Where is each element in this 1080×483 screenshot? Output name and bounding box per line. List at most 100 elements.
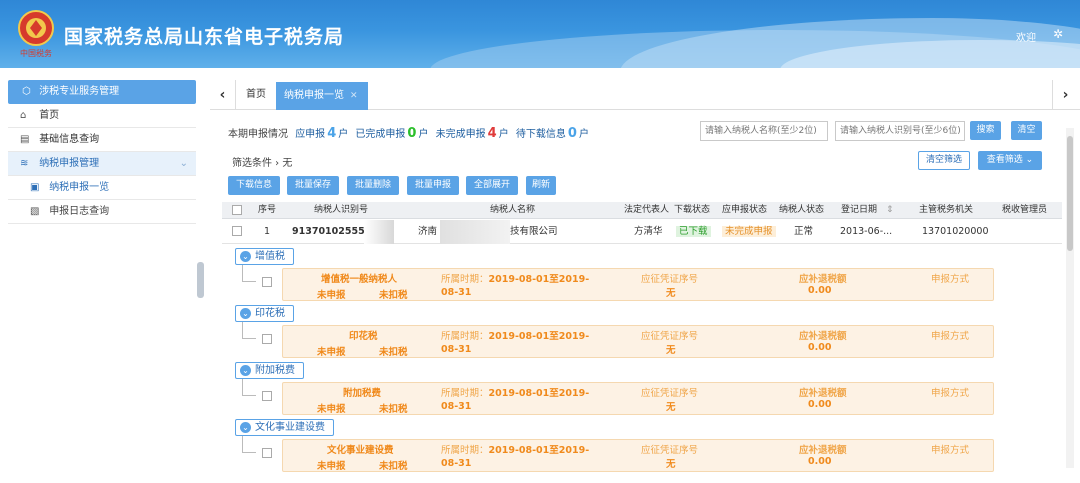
tax-item-card[interactable]: 印花税 未申报 未扣税 所属时期：2019-08-01至2019- 08-31 …	[282, 325, 994, 358]
period-label: 所属时期：	[441, 388, 489, 399]
emblem-text: 中国税务	[20, 48, 52, 58]
download-status-badge: 已下载	[676, 226, 711, 237]
gear-icon[interactable]: ✲	[1053, 27, 1063, 41]
tax-group-toggle-culture-fee[interactable]: ⌄ 文化事业建设费	[235, 419, 334, 436]
sidebar-section-header[interactable]: ⬡ 涉税专业服务管理	[8, 80, 196, 104]
unit-label: 户	[498, 129, 509, 140]
sidebar-section-label: 涉税专业服务管理	[39, 86, 120, 97]
tax-group-label: 文化事业建设费	[255, 422, 325, 433]
tax-item-checkbox[interactable]	[262, 391, 272, 401]
tax-item-name: 印花税	[349, 331, 378, 342]
sidebar-collapse-handle[interactable]	[197, 262, 204, 298]
tax-group-label: 附加税费	[255, 365, 295, 376]
deduct-status: 未扣税	[379, 461, 408, 472]
period-end: 08-31	[441, 287, 472, 298]
tax-item-card[interactable]: 文化事业建设费 未申报 未扣税 所属时期：2019-08-01至2019- 08…	[282, 439, 994, 472]
table-row[interactable]: 1 913701025553 济南 技有限公司 方清华 已下载 未完成申报 正常…	[222, 220, 1062, 244]
tree-connector	[242, 265, 256, 282]
tax-item-card[interactable]: 附加税费 未申报 未扣税 所属时期：2019-08-01至2019- 08-31…	[282, 382, 994, 415]
summary-label: 本期申报情况	[228, 129, 288, 140]
tax-emblem-icon: 中国税务	[18, 10, 54, 58]
scrollbar-thumb[interactable]	[1067, 136, 1073, 251]
welcome-text: 欢迎	[1016, 33, 1036, 44]
tax-item-checkbox[interactable]	[262, 334, 272, 344]
chevron-down-icon: ⌄	[1025, 155, 1034, 165]
pending-count: 0	[567, 126, 577, 141]
amount-label: 应补退税额	[799, 445, 847, 456]
done-label: 已完成申报	[355, 129, 406, 140]
select-all-checkbox[interactable]	[232, 205, 242, 215]
deduct-status: 未扣税	[379, 290, 408, 301]
log-icon: ▧	[30, 206, 40, 217]
clear-filter-button[interactable]: 清空筛选	[918, 151, 970, 170]
tax-group-toggle-stamp[interactable]: ⌄ 印花税	[235, 305, 294, 322]
tab-home[interactable]: 首页	[238, 80, 274, 110]
method-label: 申报方式	[931, 274, 970, 285]
column-header: 纳税人状态	[779, 205, 825, 215]
cert-label: 应征凭证序号	[641, 445, 699, 456]
file-icon: ▣	[30, 182, 40, 193]
period-end: 08-31	[441, 344, 472, 355]
tax-group-toggle-vat[interactable]: ⌄ 增值税	[235, 248, 294, 265]
to-declare-label: 应申报	[295, 129, 326, 140]
taxpayer-status: 正常	[794, 226, 814, 237]
tax-item-name: 附加税费	[343, 388, 382, 399]
period-end: 08-31	[441, 401, 472, 412]
clear-button[interactable]: 清空	[1011, 121, 1042, 140]
close-icon[interactable]: ✕	[350, 91, 358, 101]
expand-all-button[interactable]: 全部展开	[466, 176, 518, 195]
table-header: 序号 纳税人识别号 纳税人名称 法定代表人 下载状态 应申报状态 纳税人状态 登…	[222, 202, 1062, 219]
sort-icon[interactable]: ⇕	[886, 202, 894, 219]
unit-label: 户	[418, 129, 429, 140]
tax-group-toggle-surcharge[interactable]: ⌄ 附加税费	[235, 362, 304, 379]
taxpayer-id-input[interactable]: 请输入纳税人识别号(至少6位)	[835, 121, 965, 141]
declare-status: 未申报	[317, 461, 346, 472]
sidebar-subitem-log-query[interactable]: ▧ 申报日志查询	[8, 200, 196, 224]
tax-item-checkbox[interactable]	[262, 448, 272, 458]
period-value: 2019-08-01至2019-	[488, 331, 590, 342]
cert-label: 应征凭证序号	[641, 331, 699, 342]
tab-scroll-left-button[interactable]: ‹	[210, 80, 236, 110]
row-index: 1	[264, 226, 271, 237]
tax-item-card[interactable]: 增值税一般纳税人 未申报 未扣税 所属时期：2019-08-01至2019- 0…	[282, 268, 994, 301]
sidebar-item-tax-declaration[interactable]: ≋ 纳税申报管理 ⌄	[8, 152, 196, 176]
sidebar-item-basic-info[interactable]: ▤ 基础信息查询	[8, 128, 196, 152]
batch-declare-button[interactable]: 批量申报	[407, 176, 459, 195]
download-info-button[interactable]: 下载信息	[228, 176, 280, 195]
method-label: 申报方式	[931, 445, 970, 456]
row-checkbox[interactable]	[232, 226, 242, 236]
unit-label: 户	[578, 129, 589, 140]
layers-icon: ≋	[20, 158, 29, 169]
tax-item-name: 增值税一般纳税人	[321, 274, 398, 285]
sidebar-subitem-declaration-list[interactable]: ▣ 纳税申报一览	[8, 176, 196, 200]
declare-status: 未申报	[317, 347, 346, 358]
period-label: 所属时期：	[441, 445, 489, 456]
column-header: 序号	[258, 205, 277, 215]
tax-group-label: 印花税	[255, 308, 285, 319]
filter-condition: 筛选条件 › 无	[232, 158, 293, 169]
period-value: 2019-08-01至2019-	[488, 388, 590, 399]
search-button[interactable]: 搜索	[970, 121, 1001, 140]
batch-delete-button[interactable]: 批量删除	[347, 176, 399, 195]
registration-date: 2013-06-...	[840, 226, 893, 237]
tree-connector	[242, 436, 256, 453]
cert-value: 无	[666, 345, 676, 356]
tax-item-checkbox[interactable]	[262, 277, 272, 287]
column-header: 纳税人识别号	[314, 205, 369, 215]
column-header: 主管税务机关	[919, 205, 974, 215]
taxpayer-name-suffix: 技有限公司	[510, 226, 558, 237]
taxpayer-name-input[interactable]: 请输入纳税人名称(至少2位)	[700, 121, 828, 141]
amount-value: 0.00	[808, 399, 832, 410]
view-filter-button[interactable]: 查看筛选 ⌄	[978, 151, 1042, 170]
period-text: 所属时期：2019-08-01至2019-	[441, 271, 589, 285]
sidebar-item-home[interactable]: ⌂ 首页	[8, 104, 196, 128]
period-end: 08-31	[441, 458, 472, 469]
tab-declaration-list[interactable]: 纳税申报一览 ✕	[276, 82, 368, 110]
tab-scroll-right-button[interactable]: ›	[1052, 80, 1078, 110]
refresh-button[interactable]: 刷新	[526, 176, 556, 195]
method-label: 申报方式	[931, 388, 970, 399]
batch-save-button[interactable]: 批量保存	[287, 176, 339, 195]
vertical-scrollbar[interactable]	[1066, 128, 1074, 468]
column-header: 法定代表人	[624, 205, 670, 215]
column-header: 登记日期	[841, 205, 878, 215]
